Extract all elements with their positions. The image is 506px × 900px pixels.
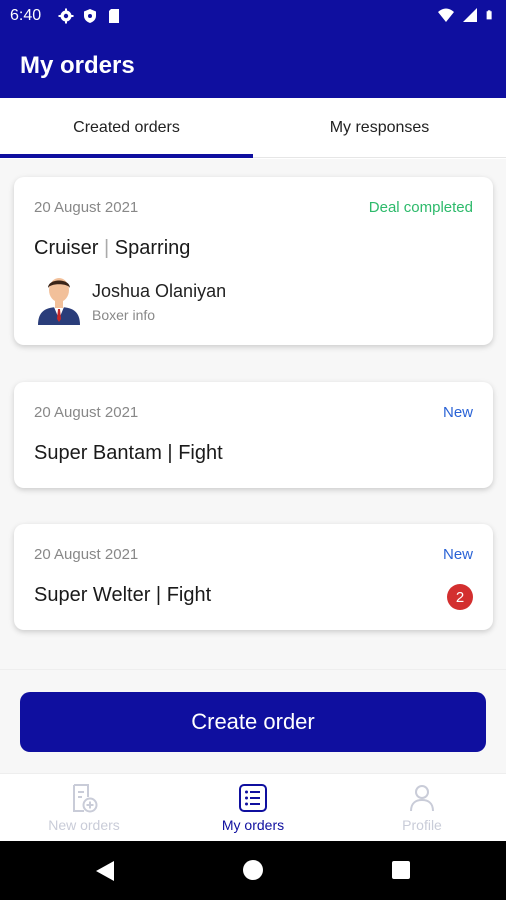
gear-icon [58,8,74,24]
wifi-icon [438,8,454,22]
boxer-name[interactable]: Joshua Olaniyan [92,281,226,302]
status-time: 6:40 [10,7,42,24]
nav-label: Profile [402,817,442,833]
order-title: Cruiser | Sparring [34,237,190,260]
avatar [38,278,80,325]
tab-bar: Created orders My responses [0,98,506,158]
bottom-navigation: New orders My orders Profile [0,773,506,841]
list-icon [239,784,267,812]
new-order-icon [73,784,98,813]
order-type: Fight [166,584,212,606]
order-type: Sparring [114,237,191,259]
app-bar: My orders [0,32,506,98]
title-separator: | [104,237,110,259]
order-card[interactable]: 20 August 2021 Deal completed Cruiser | … [14,177,493,345]
order-status: New [442,404,473,421]
shield-icon [84,9,96,23]
weight-class: Super Welter [34,584,151,606]
nav-new-orders[interactable]: New orders [0,774,168,842]
order-title: Super Bantam | Fight [34,442,223,465]
title-separator: | [155,584,162,606]
weight-class: Super Bantam [34,442,162,464]
weight-class: Cruiser [34,237,99,259]
nav-profile[interactable]: Profile [338,774,506,842]
order-type: Fight [178,442,223,464]
order-status: New [442,546,473,563]
nav-label: New orders [48,817,120,833]
signal-icon [463,8,477,22]
nav-my-orders[interactable]: My orders [169,774,337,842]
tab-created-orders[interactable]: Created orders [0,98,253,158]
profile-icon [410,785,434,812]
tab-label: My responses [329,119,430,136]
tab-my-responses[interactable]: My responses [253,98,506,158]
notification-badge: 2 [447,584,473,610]
orders-list: 20 August 2021 Deal completed Cruiser | … [0,159,506,669]
cta-area: Create order [0,669,506,773]
order-date: 20 August 2021 [34,199,139,216]
back-icon[interactable] [96,861,114,881]
battery-icon [486,10,492,20]
order-date: 20 August 2021 [34,546,139,563]
recent-apps-icon[interactable] [392,861,410,879]
order-card[interactable]: 20 August 2021 New Super Bantam | Fight [14,382,493,488]
create-order-button[interactable]: Create order [20,692,486,752]
home-icon[interactable] [243,860,263,880]
order-status: Deal completed [368,199,473,216]
tab-label: Created orders [73,119,180,136]
boxer-info-label[interactable]: Boxer info [92,307,155,323]
page-title: My orders [20,52,135,79]
order-date: 20 August 2021 [34,404,139,421]
sim-card-icon [109,9,119,23]
tab-indicator [0,154,253,158]
status-bar: 6:40 [0,0,506,32]
order-card[interactable]: 20 August 2021 New Super Welter | Fight … [14,524,493,630]
system-navigation-bar [0,841,506,900]
title-separator: | [167,442,173,464]
order-title: Super Welter | Fight [34,584,211,607]
nav-label: My orders [221,817,285,833]
